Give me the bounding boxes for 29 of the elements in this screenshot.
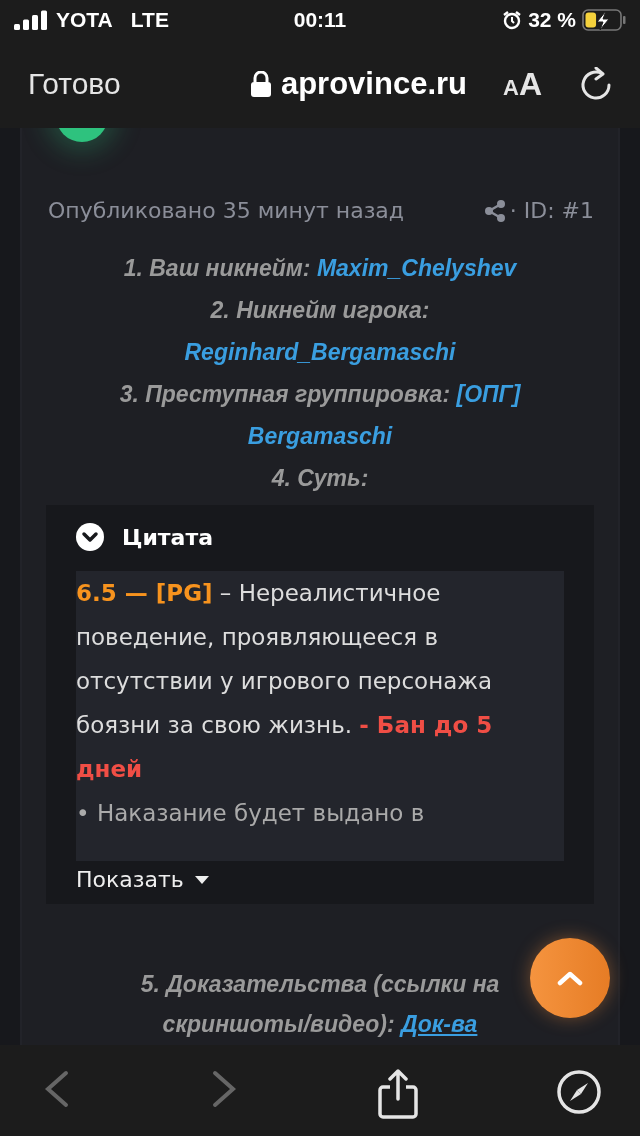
battery-percent: 32 % [528,8,576,32]
quote-paragraph: • Наказание будет выдано в [76,799,426,828]
address-text[interactable]: aprovince.ru [280,66,467,102]
quote-paragraph: 6.5 — [PG] – Нереалистичное поведение, проявляющееся в отсутствии у игрового персонажа боязни за свою жизнь. - Бан до 5 дней [76,579,494,784]
lock-icon [250,71,271,97]
done-button[interactable]: Готово [28,67,121,101]
post-id: · ID: #1 [509,198,594,223]
chevron-up-icon [557,970,583,986]
caret-down-icon [193,874,210,885]
chevron-down-icon[interactable] [76,523,104,551]
published-time: Опубликовано 35 минут назад [48,198,405,223]
show-more-button[interactable]: Показать [76,861,210,892]
text-size-button[interactable]: AA [503,65,542,103]
network-type: LTE [130,8,169,32]
form-field-text: 4. Суть: [271,464,369,493]
carrier-name: YOTA [56,8,113,32]
battery-icon [582,9,626,31]
alarm-icon [502,10,523,30]
form-field-text: 1. Ваш никнейм: Maxim_Chelyshev [123,254,517,283]
form-field-text: 3. Преступная группировка: [ОПГ] Bergamaschi [118,380,522,451]
share-icon[interactable] [376,1069,419,1119]
signal-icon [14,10,48,30]
compass-icon[interactable] [556,1069,602,1115]
form-field-text: 5. Доказательства (ссылки на скриншоты/видео): Док-ва [139,970,501,1039]
evidence-link[interactable]: Док-ва [401,1011,478,1037]
form-field-text: 2. Никнейм игрока: Reginhard_Bergamaschi [183,296,457,367]
clock-time: 00:11 [293,8,347,31]
reload-icon[interactable] [580,67,612,101]
quote-title: Цитата [122,524,214,550]
